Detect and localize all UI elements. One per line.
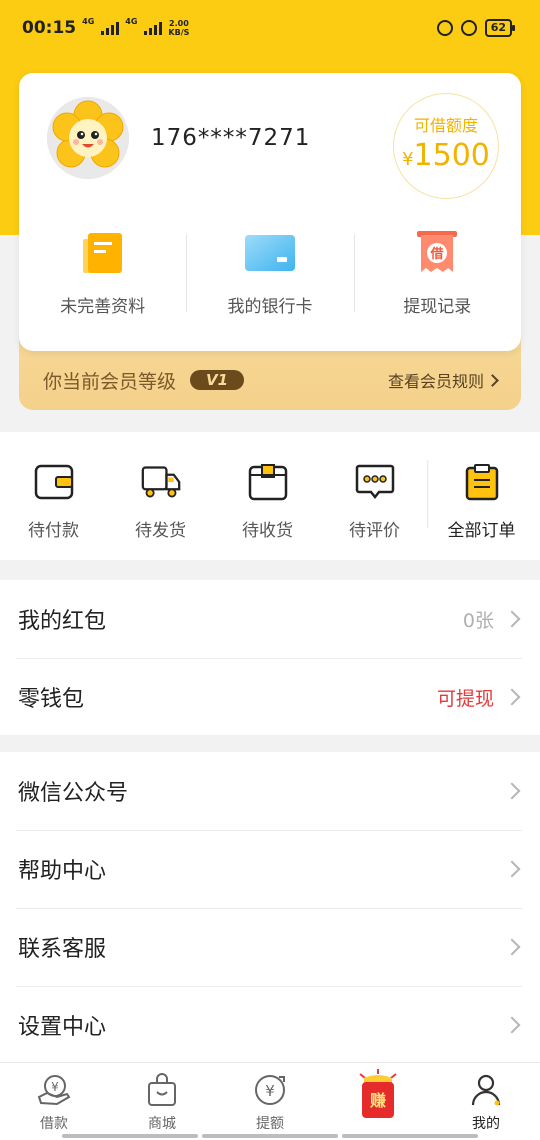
tab-earn[interactable]: 赚 [324, 1063, 432, 1140]
chevron-right-icon [503, 688, 521, 706]
tab-raise-limit[interactable]: ¥ 提额 [216, 1063, 324, 1140]
credit-limit-amount: ¥1500 [394, 138, 498, 173]
document-icon [76, 228, 130, 278]
list-item-red-packet[interactable]: 我的红包 0张 [0, 580, 540, 658]
order-shortcuts: 待付款 待发货 待收货 待评价 全部订单 [0, 432, 540, 560]
raise-limit-icon: ¥ [252, 1072, 288, 1108]
clipboard-icon [462, 462, 502, 502]
order-label: 待发货 [135, 521, 186, 541]
settings-list: 微信公众号 帮助中心 联系客服 设置中心 [0, 752, 540, 1062]
quick-action-bank-card[interactable]: 我的银行卡 [186, 228, 353, 318]
quick-action-label: 提现记录 [403, 297, 472, 317]
tab-label: 我的 [472, 1116, 500, 1132]
borrow-badge-text: 借 [430, 246, 444, 262]
bottom-tab-bar: ¥ 借款 商城 ¥ 提额 赚 我的 [0, 1062, 540, 1140]
list-item-label: 微信公众号 [18, 781, 129, 806]
list-item-label: 帮助中心 [18, 859, 107, 884]
quick-action-label: 我的银行卡 [227, 297, 313, 317]
earn-badge-text: 赚 [369, 1091, 386, 1110]
battery-icon: 62 [484, 19, 516, 37]
status-right: 62 [436, 19, 516, 37]
alarm-icon [460, 20, 477, 36]
list-item-wechat-official-account[interactable]: 微信公众号 [0, 752, 540, 830]
chevron-right-icon [503, 1016, 521, 1034]
wallet-icon [34, 462, 74, 502]
home-indicator [62, 1134, 478, 1138]
svg-text:¥: ¥ [265, 1082, 275, 1100]
network-speed: 2.00 KB/S [168, 19, 189, 37]
member-rules-link[interactable]: 查看会员规则 [387, 368, 499, 392]
member-level-badge: V1 [190, 370, 245, 390]
order-label: 待评价 [349, 521, 400, 541]
order-label: 全部订单 [447, 521, 516, 541]
list-item-label: 设置中心 [18, 1015, 107, 1040]
lock-rotation-icon [436, 20, 453, 36]
chevron-right-icon [503, 782, 521, 800]
member-rules-label: 查看会员规则 [387, 372, 484, 391]
tab-label: 商城 [148, 1116, 176, 1132]
quick-action-profile[interactable]: 未完善资料 [19, 228, 186, 318]
list-item-value: 可提现 [436, 687, 494, 710]
loan-icon: ¥ [36, 1072, 72, 1108]
credit-limit-value: 1500 [413, 138, 490, 173]
order-all[interactable]: 全部订单 [427, 460, 535, 560]
order-pending-payment[interactable]: 待付款 [0, 462, 107, 560]
svg-text:¥: ¥ [51, 1080, 59, 1094]
package-icon [248, 462, 288, 502]
tab-mine[interactable]: 我的 [432, 1063, 540, 1140]
chevron-right-icon [503, 860, 521, 878]
quick-actions: 未完善资料 我的银行卡 借 提现记录 [19, 228, 521, 318]
credit-limit-badge[interactable]: 可借额度 ¥1500 [393, 93, 499, 199]
status-left: 00:15 4G 4G 2.00 KB/S [22, 17, 189, 39]
network-speed-unit: KB/S [168, 28, 190, 37]
network-type-1: 4G [82, 17, 95, 26]
order-pending-receipt[interactable]: 待收货 [214, 462, 321, 560]
credit-limit-label: 可借额度 [413, 116, 478, 135]
avatar[interactable] [47, 97, 129, 179]
comment-icon [355, 462, 395, 502]
list-item-label: 联系客服 [18, 937, 107, 962]
network-type-2: 4G [125, 17, 138, 26]
tab-label: 借款 [40, 1116, 68, 1132]
profile-icon [468, 1072, 504, 1108]
quick-action-label: 未完善资料 [60, 297, 146, 317]
status-time: 00:15 [22, 18, 77, 38]
list-item-settings[interactable]: 设置中心 [0, 986, 540, 1064]
list-item-label: 零钱包 [18, 687, 85, 712]
status-bar: 00:15 4G 4G 2.00 KB/S 62 [0, 0, 540, 56]
signal-icon [101, 21, 120, 35]
order-pending-shipment[interactable]: 待发货 [107, 462, 214, 560]
chevron-right-icon [503, 938, 521, 956]
order-pending-review[interactable]: 待评价 [321, 462, 428, 560]
signal-icon [144, 21, 163, 35]
tab-loan[interactable]: ¥ 借款 [0, 1063, 108, 1140]
list-item-help-center[interactable]: 帮助中心 [0, 830, 540, 908]
shop-bag-icon [144, 1072, 180, 1108]
profile-card: 176****7271 可借额度 ¥1500 未完善资料 我的银行卡 借 提现记… [19, 73, 521, 351]
chevron-right-icon [503, 610, 521, 628]
borrow-record-icon: 借 [410, 228, 464, 278]
sunflower-avatar-icon [47, 97, 129, 179]
list-item-change-wallet[interactable]: 零钱包 可提现 [0, 658, 540, 736]
list-item-label: 我的红包 [18, 609, 107, 634]
list-item-value: 0张 [462, 609, 494, 632]
currency-symbol: ¥ [402, 149, 414, 170]
member-level-label: 你当前会员等级 [43, 370, 177, 393]
order-label: 待付款 [28, 521, 79, 541]
wallet-list: 我的红包 0张 零钱包 可提现 [0, 580, 540, 735]
list-item-right: 0张 [463, 606, 522, 633]
list-item-right: 可提现 [437, 684, 522, 711]
truck-icon [141, 462, 181, 502]
chevron-right-icon [486, 373, 499, 387]
order-label: 待收货 [242, 521, 293, 541]
bank-card-icon [243, 228, 297, 278]
user-phone: 176****7271 [151, 125, 311, 151]
earn-red-packet-icon: 赚 [356, 1068, 400, 1120]
quick-action-withdraw-record[interactable]: 借 提现记录 [353, 228, 521, 318]
member-level-info: 你当前会员等级 V1 [43, 367, 245, 394]
tab-label: 提额 [256, 1116, 284, 1132]
tab-shop[interactable]: 商城 [108, 1063, 216, 1140]
list-item-customer-service[interactable]: 联系客服 [0, 908, 540, 986]
network-speed-value: 2.00 [169, 19, 189, 28]
